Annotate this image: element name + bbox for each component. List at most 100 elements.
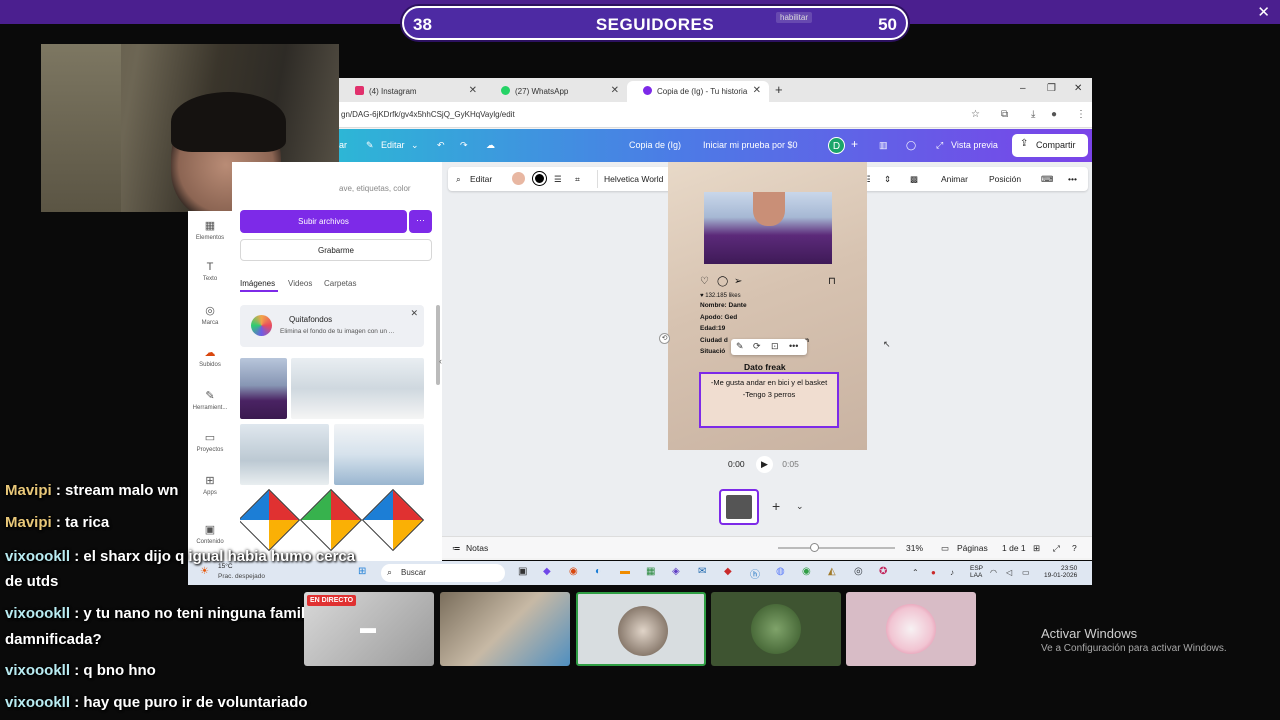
rail-projects[interactable]: ▭ Proyectos: [188, 431, 232, 453]
chevron-down-icon[interactable]: ⌄: [411, 140, 419, 151]
grid-view-icon[interactable]: ⊞: [1033, 543, 1040, 554]
stats-icon[interactable]: ▥: [879, 140, 888, 151]
image-thumbnail[interactable]: [291, 358, 424, 419]
edit-menu[interactable]: Editar: [381, 140, 405, 150]
battery-icon[interactable]: ▭: [1022, 568, 1030, 577]
page-thumbnail[interactable]: [719, 489, 759, 525]
user-tile[interactable]: [846, 592, 976, 666]
add-page-button[interactable]: +: [772, 498, 780, 514]
profile-icon[interactable]: ●: [1051, 109, 1057, 120]
task-view-icon[interactable]: ▣: [518, 566, 527, 577]
address-bar[interactable]: gn/DAG-6jKDrfk/gv4x5hhCSjQ_GyKHqVaylg/ed…: [339, 102, 1092, 128]
image-thumbnail[interactable]: [299, 489, 363, 552]
rail-brand[interactable]: ◎ Marca: [188, 304, 232, 326]
rail-tools[interactable]: ✎ Herramient...: [188, 389, 232, 411]
overlay-close-icon[interactable]: ✕: [1257, 3, 1270, 21]
image-thumbnail[interactable]: [361, 489, 424, 552]
new-tab-button[interactable]: +: [775, 82, 783, 97]
tab-whatsapp[interactable]: (27) WhatsApp ✕: [485, 81, 627, 102]
store-icon[interactable]: ▦: [646, 566, 655, 577]
rotate-handle-icon[interactable]: ⟲: [659, 333, 670, 344]
fun-fact-title[interactable]: Dato freak: [744, 362, 786, 372]
tab-close-icon[interactable]: ✕: [753, 85, 761, 96]
avatar[interactable]: D: [828, 137, 845, 154]
notes-button[interactable]: Notas: [466, 543, 488, 553]
url-text[interactable]: gn/DAG-6jKDrfk/gv4x5hhCSjQ_GyKHqVaylg/ed…: [341, 110, 515, 119]
selected-text-box[interactable]: -Me gusta andar en bici y el basket -Ten…: [699, 372, 839, 428]
help-icon[interactable]: ?: [1072, 543, 1077, 553]
chevron-down-icon[interactable]: ⌄: [796, 501, 804, 512]
animate-button[interactable]: Animar: [941, 174, 968, 184]
rail-content[interactable]: ▣ Contenido: [188, 523, 232, 545]
tab-instagram[interactable]: (4) Instagram ✕: [339, 81, 485, 102]
tab-videos[interactable]: Videos: [288, 279, 312, 288]
more-icon[interactable]: •••: [1068, 174, 1077, 184]
fullscreen-icon[interactable]: ⤢: [1053, 543, 1060, 554]
tab-close-icon[interactable]: ✕: [469, 85, 477, 96]
bg-remover-promo[interactable]: Quitafondos Elimina el fondo de tu image…: [240, 305, 424, 347]
tab-canva[interactable]: Copia de (Ig) - Tu historia ✕: [627, 81, 769, 102]
font-family-select[interactable]: Helvetica World: [604, 174, 663, 184]
taskbar-search[interactable]: ⌕ Buscar: [381, 564, 505, 582]
undo-icon[interactable]: ↶: [437, 140, 445, 151]
comment-icon[interactable]: ◯: [906, 140, 916, 151]
minimize-button[interactable]: –: [1020, 83, 1026, 94]
magic-edit-icon[interactable]: ✎: [736, 341, 744, 352]
volume-icon[interactable]: ◁: [1006, 568, 1012, 577]
crop-icon[interactable]: ⌗: [575, 174, 580, 185]
language-indicator[interactable]: ESP LAA: [970, 565, 983, 579]
obs-icon[interactable]: ◎: [854, 566, 863, 577]
chrome-icon[interactable]: ◉: [569, 566, 578, 577]
add-collaborator-icon[interactable]: +: [851, 137, 858, 151]
outlook-icon[interactable]: ✉: [698, 566, 706, 577]
edge-icon[interactable]: ◐: [595, 566, 601, 577]
toolbar-edit-button[interactable]: Editar: [470, 174, 492, 184]
tab-folders[interactable]: Carpetas: [324, 279, 356, 288]
close-icon[interactable]: ✕: [410, 308, 418, 319]
user-tile-speaking[interactable]: [576, 592, 706, 666]
rail-uploads[interactable]: ☁ Subidos: [188, 346, 232, 368]
transparency-icon[interactable]: ▩: [910, 174, 918, 185]
chevron-up-icon[interactable]: ⌃: [912, 568, 919, 577]
color-swatch[interactable]: [512, 172, 525, 185]
image-thumbnail[interactable]: [240, 489, 301, 552]
image-thumbnail[interactable]: [334, 424, 424, 485]
rail-apps[interactable]: ⊞ Apps: [188, 474, 232, 496]
mic-icon[interactable]: ♪: [950, 568, 954, 577]
share-button[interactable]: ⇪ Compartir: [1012, 134, 1088, 157]
document-title[interactable]: Copia de (Ig): [629, 140, 681, 150]
extensions-icon[interactable]: ⧉: [1001, 109, 1008, 120]
copy-style-icon[interactable]: ⌨: [1041, 174, 1053, 185]
discord-icon[interactable]: ◍: [776, 566, 785, 577]
rail-text[interactable]: T Texto: [188, 261, 232, 282]
line-weight-icon[interactable]: ☰: [554, 174, 562, 185]
trial-button[interactable]: Iniciar mi prueba por $0: [703, 140, 798, 150]
clock[interactable]: 23:50 19-01-2026: [1044, 565, 1077, 579]
play-icon[interactable]: ▶: [755, 456, 773, 473]
start-icon[interactable]: ⊞: [358, 566, 366, 577]
file-menu[interactable]: ar: [339, 140, 347, 150]
panel-scrollbar[interactable]: [436, 305, 440, 385]
close-window-button[interactable]: ✕: [1074, 83, 1082, 94]
user-tile[interactable]: [711, 592, 841, 666]
wifi-icon[interactable]: ◠: [990, 568, 997, 577]
maximize-button[interactable]: ❐: [1047, 83, 1056, 94]
upload-files-button[interactable]: Subir archivos: [240, 210, 407, 233]
webcam-tile[interactable]: [440, 592, 570, 666]
lock-icon[interactable]: ⊡: [771, 341, 779, 352]
spotify-icon[interactable]: ◉: [802, 566, 811, 577]
app-icon[interactable]: ◆: [543, 566, 551, 577]
more-icon[interactable]: •••: [789, 341, 798, 351]
teams-icon[interactable]: ◈: [672, 566, 680, 577]
tab-images[interactable]: Imágenes: [240, 279, 275, 288]
star-icon[interactable]: ☆: [971, 109, 980, 120]
border-style-icon[interactable]: [533, 172, 546, 185]
rotate-icon[interactable]: ⟳: [753, 341, 761, 352]
tray-icon[interactable]: ●: [931, 568, 936, 577]
rail-elements[interactable]: ▦ Elementos: [188, 219, 232, 241]
app-icon[interactable]: ◆: [724, 566, 732, 577]
more-options-button[interactable]: ···: [409, 210, 432, 233]
folder-icon[interactable]: ▬: [620, 566, 630, 577]
image-thumbnail[interactable]: [240, 424, 329, 485]
zoom-slider[interactable]: [778, 547, 895, 549]
